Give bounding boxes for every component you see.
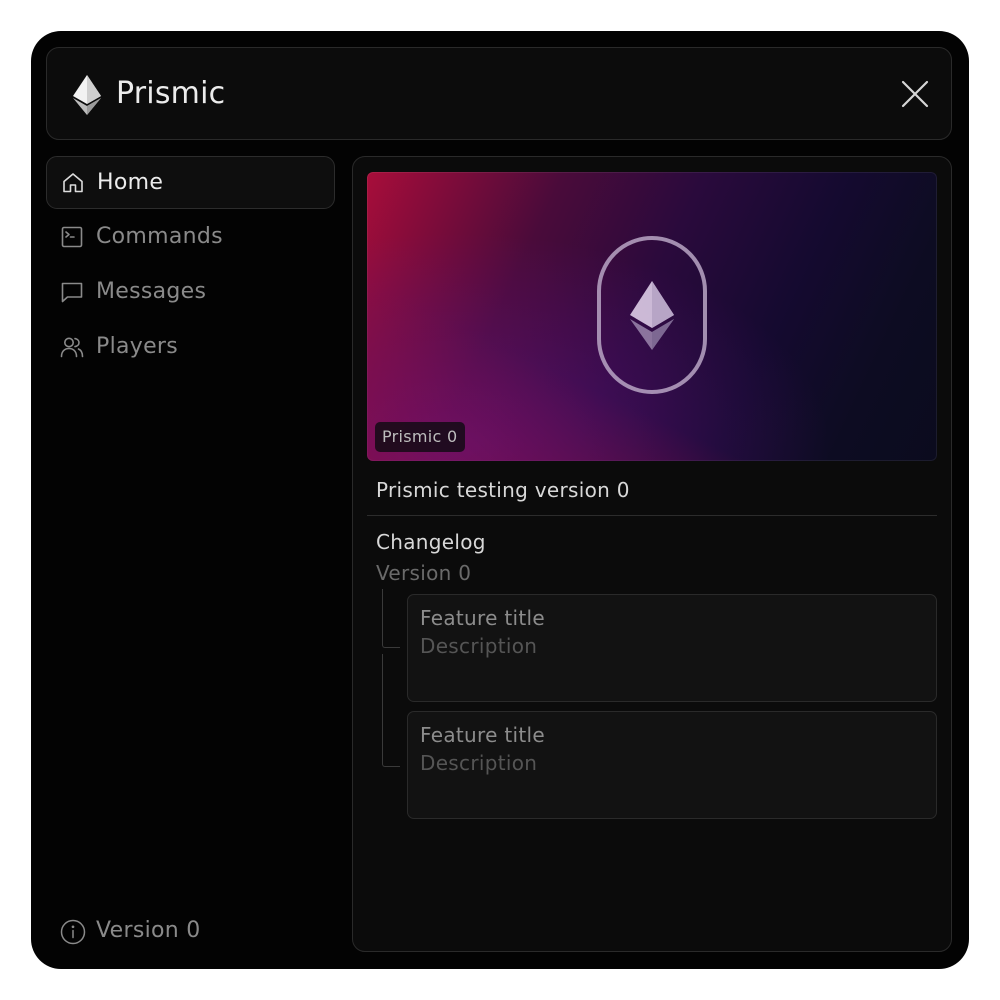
banner-badge: Prismic 0	[375, 422, 465, 452]
sidebar-item-label: Home	[97, 170, 164, 195]
tree-connector	[382, 654, 400, 767]
home-icon	[63, 173, 83, 193]
close-icon[interactable]	[899, 78, 931, 110]
sidebar-item-players[interactable]: Players	[46, 321, 335, 374]
feature-card[interactable]: Feature title Description	[407, 711, 937, 819]
users-icon	[60, 337, 84, 358]
header-bar: Prismic	[46, 47, 952, 140]
version-title: Prismic testing version 0	[376, 478, 630, 502]
sidebar-item-commands[interactable]: Commands	[46, 211, 335, 264]
sidebar: Home Commands Messages Players Version 0	[46, 156, 336, 952]
sidebar-item-messages[interactable]: Messages	[46, 266, 335, 319]
version-label: Version 0	[96, 918, 201, 943]
hero-banner: Prismic 0	[367, 172, 937, 461]
info-icon	[60, 919, 86, 945]
feature-description: Description	[420, 751, 538, 775]
divider	[367, 515, 937, 516]
tree-connector	[382, 589, 400, 648]
terminal-icon	[61, 226, 83, 248]
feature-title: Feature title	[420, 723, 545, 747]
feature-card[interactable]: Feature title Description	[407, 594, 937, 702]
message-square-icon	[61, 282, 83, 303]
diamond-gem-icon	[73, 75, 101, 115]
sidebar-item-label: Messages	[96, 279, 207, 304]
app-title: Prismic	[116, 76, 226, 111]
sidebar-item-home[interactable]: Home	[46, 156, 335, 209]
app-window: Prismic Home Commands Messages Players V…	[31, 31, 969, 969]
main-panel: Prismic 0 Prismic testing version 0 Chan…	[352, 156, 952, 952]
feature-description: Description	[420, 634, 538, 658]
changelog-version: Version 0	[376, 561, 472, 585]
feature-title: Feature title	[420, 606, 545, 630]
sidebar-item-label: Commands	[96, 224, 223, 249]
changelog-title: Changelog	[376, 530, 486, 554]
version-footer: Version 0	[46, 911, 335, 951]
diamond-gem-icon	[597, 236, 707, 394]
sidebar-item-label: Players	[96, 334, 179, 359]
